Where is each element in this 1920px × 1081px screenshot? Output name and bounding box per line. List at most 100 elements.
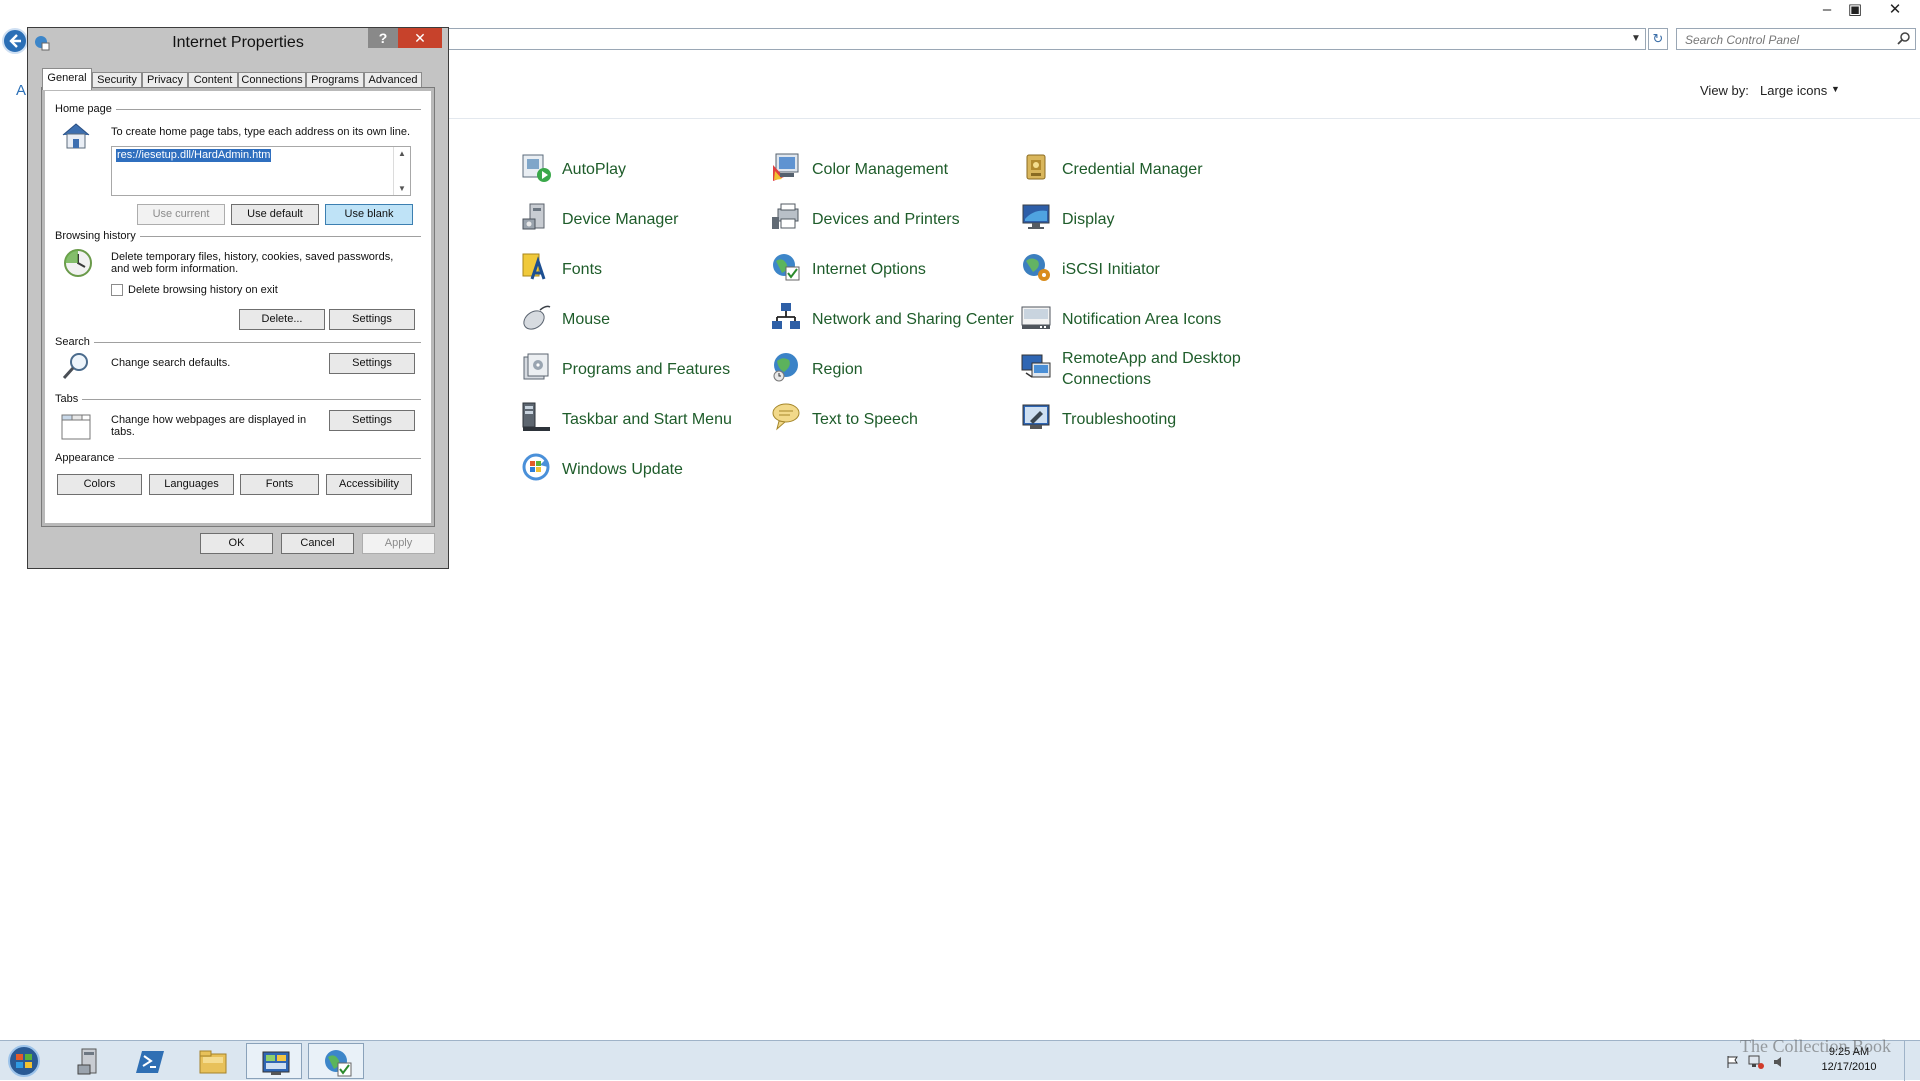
server-manager-icon	[77, 1048, 97, 1075]
taskbar-explorer[interactable]	[184, 1043, 240, 1079]
tab-advanced[interactable]: Advanced	[364, 72, 422, 89]
maximize-button[interactable]: ▣	[1840, 0, 1870, 20]
use-current-button[interactable]: Use current	[137, 204, 225, 225]
show-desktop-button[interactable]	[1904, 1041, 1920, 1081]
mouse-icon	[523, 305, 551, 330]
search-icon[interactable]	[1897, 31, 1911, 45]
cp-item-notification-area[interactable]: Notification Area Icons	[1020, 297, 1260, 341]
back-button[interactable]	[2, 28, 28, 54]
address-dropdown-icon[interactable]: ▼	[1626, 28, 1646, 50]
tab-connections[interactable]: Connections	[238, 72, 306, 89]
cp-item-text-to-speech[interactable]: Text to Speech	[770, 397, 1010, 441]
search-description: Change search defaults.	[111, 357, 231, 369]
tab-content[interactable]: Content	[188, 72, 238, 89]
delete-on-exit-label[interactable]: Delete browsing history on exit	[128, 284, 278, 296]
dialog-close-button[interactable]: ✕	[398, 28, 442, 48]
cp-item-remoteapp[interactable]: RemoteApp and Desktop Connections	[1020, 347, 1260, 391]
history-clock-icon	[64, 249, 92, 277]
speaker-tray-icon[interactable]	[1772, 1055, 1786, 1069]
search-input[interactable]	[1683, 30, 1887, 50]
tabs-settings-button[interactable]: Settings	[329, 410, 415, 431]
internet-options-icon	[773, 254, 800, 281]
taskbar-powershell[interactable]	[122, 1043, 178, 1079]
cp-item-windows-update[interactable]: Windows Update	[520, 447, 760, 491]
accessibility-button[interactable]: Accessibility	[326, 474, 412, 495]
use-default-button[interactable]: Use default	[231, 204, 319, 225]
tabs-desc-1: Change how webpages are displayed in	[111, 414, 307, 426]
fonts-icon	[522, 253, 546, 280]
cp-item-devices-printers[interactable]: Devices and Printers	[770, 197, 1010, 241]
cp-item-device-manager[interactable]: Device Manager	[520, 197, 760, 241]
home-page-url[interactable]: res://iesetup.dll/HardAdmin.htm	[116, 149, 272, 162]
tabs-heading: Tabs	[55, 393, 83, 405]
tabs-window-icon	[61, 414, 91, 440]
languages-button[interactable]: Languages	[149, 474, 234, 495]
cp-item-internet-options[interactable]: Internet Options	[770, 247, 1010, 291]
cp-item-troubleshooting[interactable]: Troubleshooting	[1020, 397, 1260, 441]
refresh-button[interactable]: ↻	[1648, 28, 1668, 50]
devices-printers-icon	[772, 203, 799, 229]
credential-manager-icon	[1026, 154, 1046, 180]
dialog-title-bar[interactable]: Internet Properties ? ✕	[28, 28, 448, 58]
home-page-scrollbar[interactable]: ▲ ▼	[393, 147, 410, 195]
search-settings-button[interactable]: Settings	[329, 353, 415, 374]
view-by-dropdown[interactable]: Large icons	[1760, 83, 1827, 98]
tab-programs[interactable]: Programs	[306, 72, 364, 89]
tab-general[interactable]: General	[42, 68, 92, 90]
tab-privacy[interactable]: Privacy	[142, 72, 188, 89]
cp-item-credential-manager[interactable]: Credential Manager	[1020, 147, 1260, 191]
search-box[interactable]	[1676, 28, 1916, 50]
search-heading: Search	[55, 336, 94, 348]
cp-item-taskbar-start[interactable]: Taskbar and Start Menu	[520, 397, 760, 441]
taskbar-server-manager[interactable]	[60, 1043, 116, 1079]
cp-item-network-sharing[interactable]: Network and Sharing Center	[770, 297, 1014, 341]
scroll-up-icon[interactable]: ▲	[394, 149, 410, 158]
taskbar-internet-options[interactable]	[308, 1043, 364, 1079]
browsing-history-desc-1: Delete temporary files, history, cookies…	[111, 251, 394, 263]
action-center-flag-icon[interactable]	[1726, 1055, 1740, 1069]
start-button[interactable]	[4, 1044, 44, 1078]
autoplay-icon	[522, 154, 551, 182]
close-window-button[interactable]: ✕	[1880, 0, 1910, 20]
clock-date[interactable]: 12/17/2010	[1804, 1061, 1894, 1073]
magnifier-icon	[62, 353, 88, 380]
history-settings-button[interactable]: Settings	[329, 309, 415, 330]
apply-button[interactable]: Apply	[362, 533, 435, 554]
internet-options-icon	[325, 1050, 352, 1077]
delete-on-exit-checkbox[interactable]	[111, 284, 123, 296]
browsing-history-heading: Browsing history	[55, 230, 140, 242]
remoteapp-icon	[1021, 354, 1051, 378]
taskbar-control-panel[interactable]	[246, 1043, 302, 1079]
chevron-down-icon[interactable]: ▼	[1831, 84, 1840, 94]
ok-button[interactable]: OK	[200, 533, 273, 554]
colors-button[interactable]: Colors	[57, 474, 142, 495]
fonts-button[interactable]: Fonts	[240, 474, 319, 495]
network-tray-icon[interactable]	[1748, 1055, 1764, 1069]
iscsi-initiator-icon	[1023, 254, 1050, 281]
cp-item-region[interactable]: Region	[770, 347, 1010, 391]
cp-item-display[interactable]: Display	[1020, 197, 1260, 241]
tabs-divider	[55, 399, 421, 400]
home-page-textarea[interactable]: res://iesetup.dll/HardAdmin.htm ▲ ▼	[111, 146, 411, 196]
address-clip-text: A	[16, 82, 27, 99]
address-bar[interactable]	[440, 28, 1646, 50]
programs-features-icon	[523, 353, 549, 380]
home-icon	[62, 123, 90, 149]
cp-item-color-management[interactable]: Color Management	[770, 147, 1010, 191]
cp-item-fonts[interactable]: Fonts	[520, 247, 760, 291]
cp-item-mouse[interactable]: Mouse	[520, 297, 760, 341]
cp-item-autoplay[interactable]: AutoPlay	[520, 147, 760, 191]
troubleshooting-icon	[1022, 404, 1050, 429]
scroll-down-icon[interactable]: ▼	[394, 184, 410, 193]
tab-security[interactable]: Security	[92, 72, 142, 89]
windows-update-icon	[522, 453, 550, 481]
cancel-button[interactable]: Cancel	[281, 533, 354, 554]
use-blank-button[interactable]: Use blank	[325, 204, 413, 225]
cp-item-programs-features[interactable]: Programs and Features	[520, 347, 760, 391]
cp-item-iscsi-initiator[interactable]: iSCSI Initiator	[1020, 247, 1260, 291]
delete-history-button[interactable]: Delete...	[239, 309, 325, 330]
refresh-icon: ↻	[1652, 31, 1664, 46]
help-button[interactable]: ?	[368, 28, 398, 48]
control-panel-icon	[262, 1051, 290, 1075]
minimize-button[interactable]: –	[1812, 0, 1842, 20]
